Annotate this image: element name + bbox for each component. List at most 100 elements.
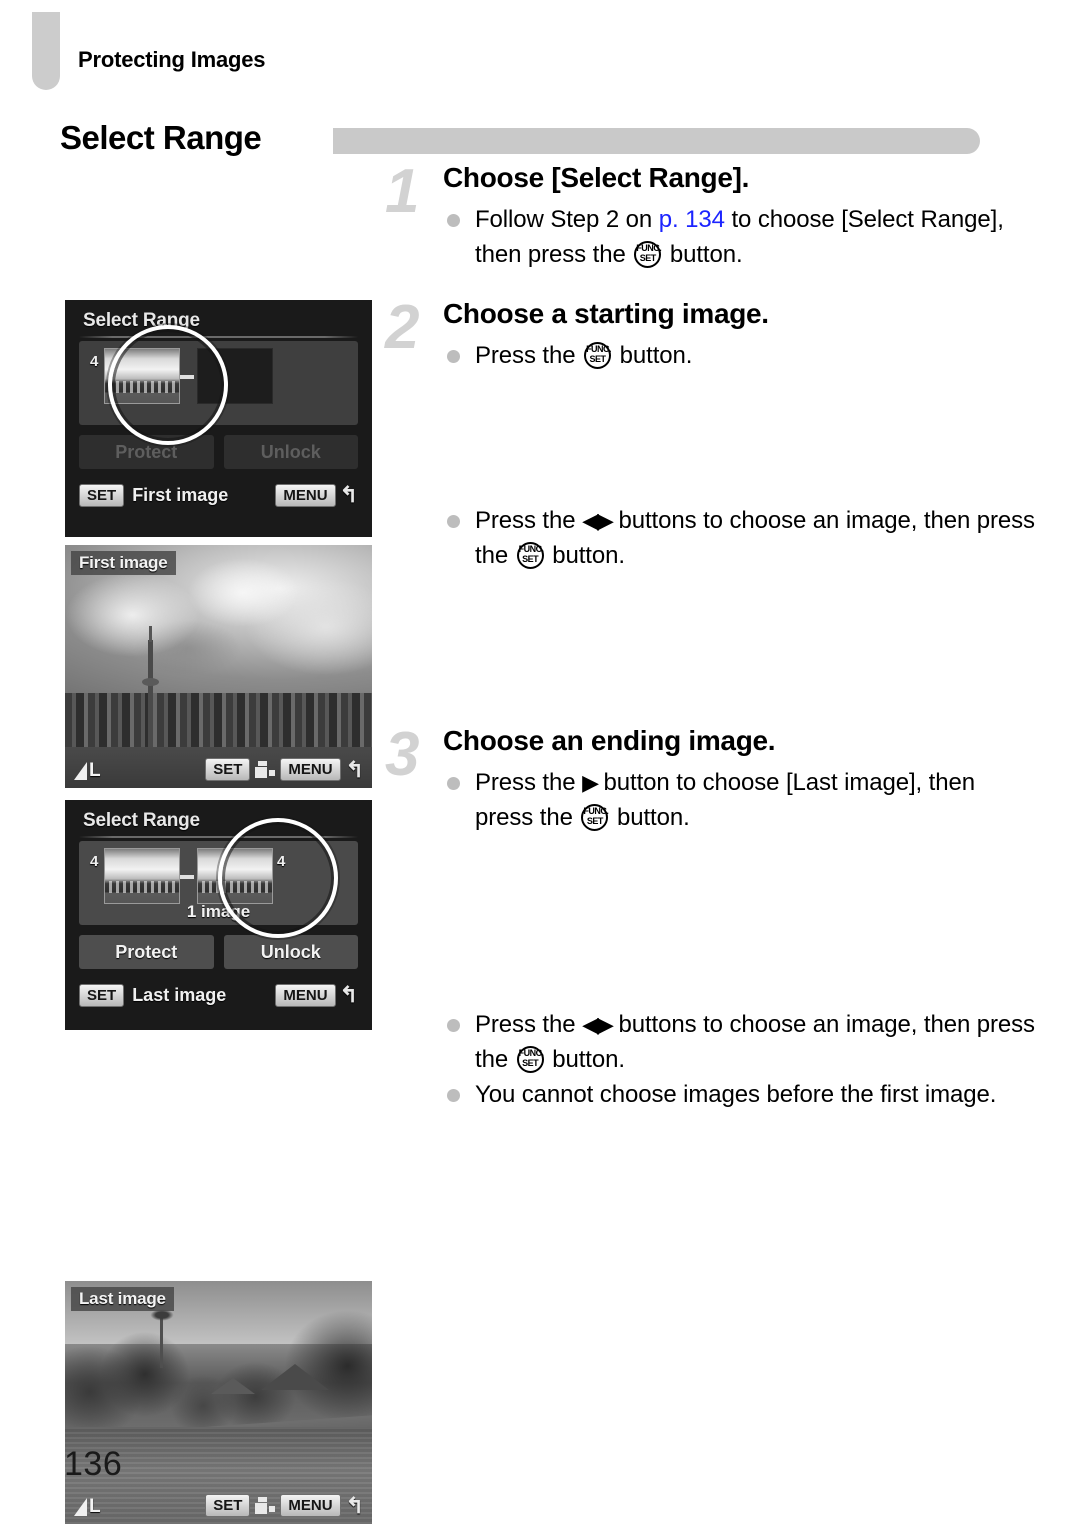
screen1-thumbnail-panel: 4 (79, 341, 358, 425)
screen1-thumbnail-first[interactable] (104, 348, 180, 404)
section-title: Select Range (60, 119, 262, 156)
step-2-number: 2 (385, 293, 420, 362)
screen1-left-index: 4 (90, 353, 99, 370)
screen1-footer-right: MENU ↰ (275, 482, 358, 507)
bullet-text-pre: Press the (475, 769, 583, 796)
layout-spacer (443, 837, 1035, 1007)
screen2-footer: SET MENU ↰ (205, 758, 364, 781)
screen3-thumbnail-first[interactable] (104, 848, 180, 904)
page-reference-link[interactable]: p. 134 (659, 206, 725, 233)
quality-triangle-icon (74, 762, 87, 780)
screen3-footer: SET Last image MENU ↰ (79, 978, 358, 1012)
screen1-thumbnail-last-empty[interactable] (197, 348, 273, 404)
funcset-icon-top-label: FUNC. (586, 344, 612, 354)
funcset-icon-bottom-label: SET (639, 253, 657, 263)
print-order-icon (255, 1496, 276, 1515)
instruction-steps: 1 Choose [Select Range]. Follow Step 2 o… (385, 160, 1035, 1114)
camera-screen-first-image-preview: First image L SET MENU ↰ (65, 545, 372, 788)
funcset-button-icon: FUNC. SET (634, 241, 662, 268)
left-right-arrows-icon: ◀▶ (582, 508, 614, 533)
step-3-title: Choose an ending image. (443, 725, 776, 756)
photo-tropical-pond (65, 1281, 372, 1524)
screen1-protect-button[interactable]: Protect (79, 435, 214, 469)
screen1-unlock-button[interactable]: Unlock (223, 435, 358, 469)
step-1-number: 1 (385, 157, 420, 226)
step-2-title: Choose a starting image. (443, 298, 769, 329)
funcset-icon-top-label: FUNC. (518, 1048, 545, 1058)
bullet-text-post: button. (545, 542, 625, 569)
screen3-range-connector (180, 875, 194, 879)
bullet-text-post: button. (610, 804, 690, 831)
screen3-image-count: 1 image (186, 902, 251, 921)
screen4-quality-icon: L (74, 1496, 101, 1517)
funcset-button-icon: FUNC. SET (581, 804, 609, 831)
menu-badge-icon: MENU (275, 483, 336, 507)
screen1-footer-text: First image (132, 484, 229, 505)
layout-spacer (443, 375, 1035, 503)
funcset-icon-bottom-label: SET (522, 1058, 539, 1068)
screen3-left-index: 4 (90, 853, 99, 870)
step-1-bullets: Follow Step 2 on p. 134 to choose [Selec… (443, 202, 1035, 272)
screen3-footer-left: SET Last image (79, 983, 227, 1007)
screen4-image-tag: Last image (71, 1287, 174, 1311)
return-arrow-icon: ↰ (339, 482, 358, 507)
step-2-bullets: Press the FUNC. SET button. Press the ◀▶ … (443, 338, 1035, 573)
quality-triangle-icon (74, 1498, 87, 1516)
screen3-unlock-button[interactable]: Unlock (223, 935, 358, 969)
menu-badge-icon: MENU (280, 1494, 341, 1517)
screen3-footer-right: MENU ↰ (275, 982, 358, 1007)
set-badge-icon: SET (205, 758, 251, 781)
step-3-number: 3 (385, 720, 420, 789)
photo-toronto-skyline (65, 545, 372, 788)
quality-size-label: L (89, 1496, 101, 1517)
screen3-footer-text: Last image (132, 984, 227, 1005)
photo-clouds (65, 554, 372, 706)
screen3-thumbnail-last[interactable] (197, 848, 273, 904)
left-right-arrows-icon: ◀▶ (582, 1012, 614, 1037)
photo-palm-tree (146, 1306, 179, 1369)
funcset-button-icon: FUNC. SET (516, 1046, 545, 1073)
photo-hut-roof (261, 1363, 330, 1390)
return-arrow-icon: ↰ (339, 982, 358, 1007)
camera-screen-select-range-first: Select Range 4 Protect Unlock SET First … (65, 300, 372, 537)
print-order-icon (255, 760, 276, 779)
step-1-title: Choose [Select Range]. (443, 162, 750, 193)
funcset-icon-bottom-label: SET (589, 354, 607, 364)
screen3-divider (79, 836, 358, 838)
set-badge-icon: SET (79, 983, 125, 1007)
camera-screen-select-range-last: Select Range 4 4 1 image Protect Unlock … (65, 800, 372, 1030)
step-3-bullets: Press the ▶ button to choose [Last image… (443, 765, 1035, 1112)
section-heading: Select Range (60, 118, 980, 160)
set-badge-icon: SET (79, 483, 125, 507)
screen1-divider (79, 336, 358, 338)
step-3: 3 Choose an ending image. Press the ▶ bu… (385, 723, 1035, 1112)
screen3-protect-button[interactable]: Protect (79, 935, 214, 969)
funcset-button-icon: FUNC. SET (584, 342, 612, 369)
screen3-right-index: 4 (277, 853, 286, 870)
return-arrow-icon: ↰ (345, 1492, 364, 1518)
bullet-press-right-arrow-last-image: Press the ▶ button to choose [Last image… (443, 765, 1035, 835)
bullet-text-pre: Press the (475, 342, 583, 369)
screen3-action-row: Protect Unlock (79, 935, 358, 969)
bullet-text-post: button. (545, 1046, 625, 1073)
funcset-icon-bottom-label: SET (586, 816, 604, 826)
menu-badge-icon: MENU (280, 758, 341, 781)
screen1-footer: SET First image MENU ↰ (79, 478, 358, 512)
bullet-text-pre: Press the (475, 1011, 583, 1038)
bullet-text-post: button. (613, 342, 693, 369)
right-arrow-icon: ▶ (582, 770, 599, 795)
photo-hut-roof-small (211, 1378, 256, 1395)
bullet-text-pre: Follow Step 2 on (475, 206, 659, 233)
step-1: 1 Choose [Select Range]. Follow Step 2 o… (385, 160, 1035, 272)
bullet-text-pre: Press the (475, 507, 583, 534)
screen1-range-connector (180, 375, 194, 379)
funcset-button-icon: FUNC. SET (516, 542, 544, 569)
funcset-icon-top-label: FUNC. (583, 806, 609, 816)
photo-cn-tower (141, 625, 159, 747)
bullet-press-arrows-choose-image-2: Press the ◀▶ buttons to choose an image,… (443, 1007, 1035, 1077)
screen1-action-row: Protect Unlock (79, 435, 358, 469)
funcset-icon-bottom-label: SET (522, 554, 539, 564)
photo-skyline-buildings (65, 693, 372, 747)
quality-size-label: L (89, 760, 101, 781)
section-rule-bar (333, 128, 980, 154)
